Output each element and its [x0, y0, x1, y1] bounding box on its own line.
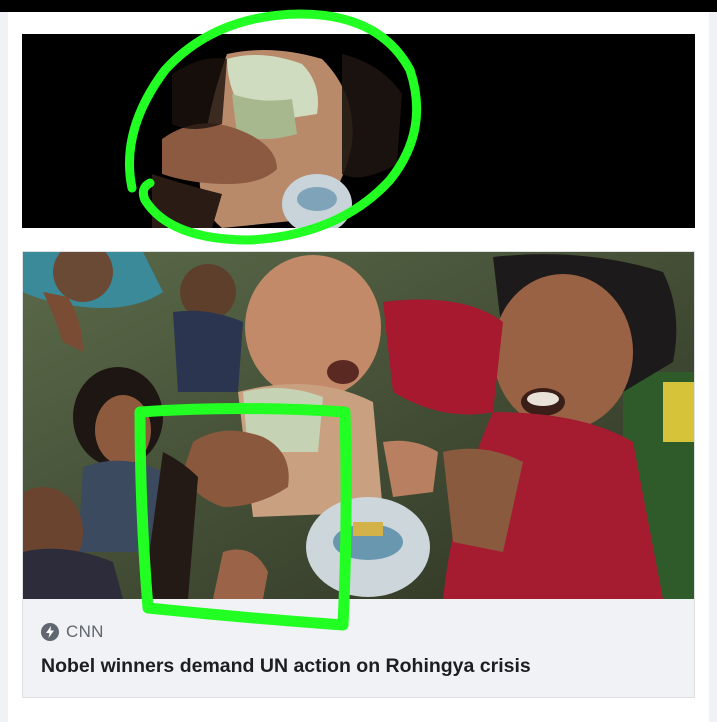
- cropped-photo-illustration: [22, 34, 695, 228]
- link-preview-card[interactable]: CNN Nobel winners demand UN action on Ro…: [22, 251, 695, 698]
- source-name: CNN: [66, 622, 104, 641]
- left-margin: [0, 12, 8, 722]
- link-preview-meta[interactable]: CNN Nobel winners demand UN action on Ro…: [23, 599, 694, 697]
- article-photo[interactable]: [23, 252, 694, 599]
- lightning-bolt-icon: [41, 623, 59, 641]
- cropped-image[interactable]: [22, 34, 695, 228]
- article-photo-illustration: [23, 252, 694, 599]
- top-strip: [0, 0, 717, 12]
- source-row: CNN: [41, 621, 678, 643]
- right-margin: [709, 12, 717, 722]
- article-headline[interactable]: Nobel winners demand UN action on Rohing…: [41, 653, 678, 679]
